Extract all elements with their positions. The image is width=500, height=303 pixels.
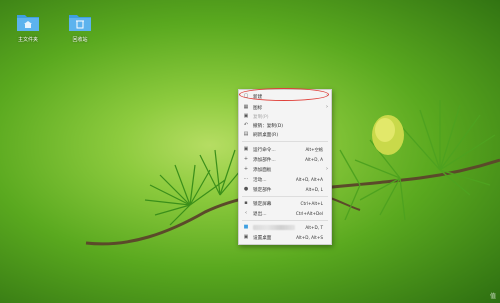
desktop-icon-home-folder[interactable]: 主文件夹 xyxy=(8,12,48,56)
menu-item-run-command[interactable]: ▣ 运行命令... Alt+空格 xyxy=(239,145,331,154)
menu-item-label: 复制(P) xyxy=(253,114,269,120)
menu-item-activities[interactable]: ⋯ 活动... Alt+D, Alt+A xyxy=(239,175,331,184)
menu-item-shortcut: Alt+空格 xyxy=(305,146,323,152)
menu-item-label: 撤销：复制(D) xyxy=(253,123,284,129)
menu-item-label: 刷新桌面(R) xyxy=(253,132,279,138)
menu-item-undo[interactable]: ↶ 撤销：复制(D) xyxy=(239,121,331,130)
activities-icon: ⋯ xyxy=(243,176,249,182)
desktop-context-menu: ▢ 新建 › ▦ 图标 › ▣ 复制(P) ↶ 撤销：复制(D) ▤ 刷新桌面(… xyxy=(238,89,332,245)
trash-folder-icon xyxy=(69,15,91,31)
menu-separator xyxy=(242,220,328,221)
menu-separator xyxy=(242,196,328,197)
menu-item-icons[interactable]: ▦ 图标 › xyxy=(239,103,331,112)
menu-item-folder-view[interactable]: ■ Alt+D, T xyxy=(239,223,331,232)
add-panel-icon: + xyxy=(243,166,249,172)
menu-separator xyxy=(242,141,328,142)
menu-item-shortcut: Alt+D, L xyxy=(305,186,323,192)
menu-item-refresh[interactable]: ▤ 刷新桌面(R) xyxy=(239,130,331,139)
menu-item-shortcut: Alt+D, Alt+S xyxy=(296,234,323,240)
desktop[interactable]: 主文件夹 回收站 ▢ 新建 › ▦ 图标 › ▣ 复制(P) ↶ 撤销：复制(D… xyxy=(0,0,500,303)
menu-item-shortcut: Ctrl+Alt+Del xyxy=(295,210,323,216)
menu-item-label: 锁定屏幕 xyxy=(253,201,272,207)
paste-icon: ▣ xyxy=(243,113,249,119)
menu-item-add-panel[interactable]: + 添加面板 › xyxy=(239,165,331,174)
menu-item-label: 运行命令... xyxy=(253,147,276,153)
submenu-arrow-icon: › xyxy=(326,103,328,110)
undo-icon: ↶ xyxy=(243,122,249,128)
menu-item-shortcut: Alt+D, Alt+A xyxy=(295,176,323,182)
home-folder-icon xyxy=(17,15,39,31)
menu-item-label: 锁定部件 xyxy=(253,187,272,193)
menu-item-desktop-settings[interactable]: ▣ 设置桌面 Alt+D, Alt+S xyxy=(239,233,331,242)
add-widget-icon: + xyxy=(243,156,249,162)
menu-item-label: 添加部件... xyxy=(253,157,276,163)
desktop-icon-label: 回收站 xyxy=(72,37,88,43)
menu-item-shortcut: Ctrl+Alt+L xyxy=(300,200,323,206)
submenu-arrow-icon: › xyxy=(326,165,328,172)
menu-item-shortcut: Alt+D, T xyxy=(305,224,323,230)
desktop-icon-label: 主文件夹 xyxy=(17,37,38,43)
menu-item-label: 添加面板 xyxy=(253,167,272,173)
menu-item-logout[interactable]: ‹ 退出... Ctrl+Alt+Del xyxy=(239,209,331,218)
logout-icon: ‹ xyxy=(245,210,247,216)
icons-grid-icon: ▦ xyxy=(243,104,249,110)
menu-item-label: 设置桌面 xyxy=(253,235,272,241)
lock-widgets-icon: ● xyxy=(243,186,249,192)
run-command-icon: ▣ xyxy=(243,146,249,152)
desktop-icon-trash[interactable]: 回收站 xyxy=(60,12,100,56)
menu-item-add-widget[interactable]: + 添加部件... Alt+D, A xyxy=(239,155,331,164)
desktop-settings-icon: ▣ xyxy=(243,234,249,240)
refresh-icon: ▤ xyxy=(243,131,249,137)
menu-item-label: 活动... xyxy=(253,177,267,183)
menu-item-label: 图标 xyxy=(253,105,263,111)
menu-item-lock-screen[interactable]: ▪ 锁定屏幕 Ctrl+Alt+L xyxy=(239,199,331,208)
menu-item-paste[interactable]: ▣ 复制(P) xyxy=(239,112,331,121)
folder-view-icon: ■ xyxy=(243,224,249,230)
red-highlight-annotation xyxy=(239,88,329,101)
menu-item-shortcut: Alt+D, A xyxy=(305,156,323,162)
menu-item-label: 退出... xyxy=(253,211,267,217)
watermark: 值 xyxy=(489,293,496,300)
menu-item-label-blurred xyxy=(253,224,295,232)
menu-item-lock-widgets[interactable]: ● 锁定部件 Alt+D, L xyxy=(239,185,331,194)
lock-screen-icon: ▪ xyxy=(244,200,248,206)
